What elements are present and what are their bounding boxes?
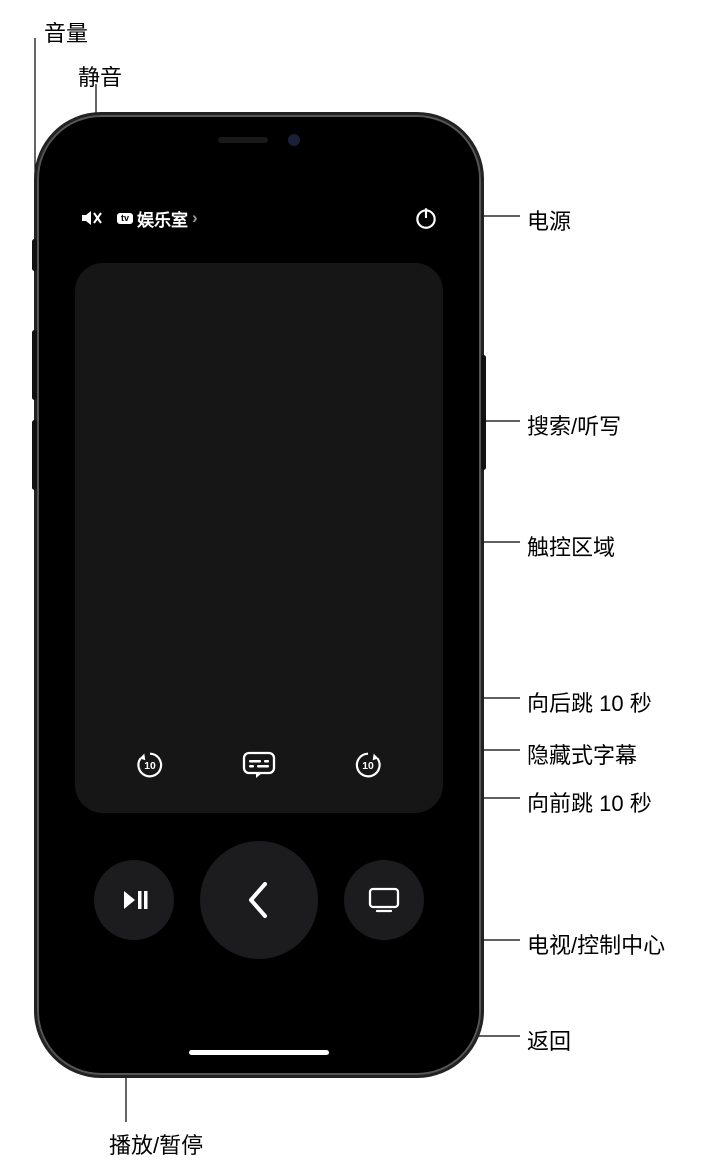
home-indicator[interactable] bbox=[189, 1050, 329, 1055]
phone-notch bbox=[164, 125, 354, 155]
skip-forward-10-button[interactable]: 10 bbox=[346, 743, 390, 787]
touchpad-button-row: 10 1 bbox=[75, 743, 443, 787]
skip-back-10-button[interactable]: 10 bbox=[128, 743, 172, 787]
callout-cc: 隐藏式字幕 bbox=[527, 738, 637, 770]
callout-touch: 触控区域 bbox=[527, 530, 615, 562]
play-pause-icon bbox=[119, 885, 149, 915]
callout-skip-back: 向后跳 10 秒 bbox=[527, 686, 652, 718]
callout-power: 电源 bbox=[527, 204, 571, 236]
skip-forward-10-icon: 10 bbox=[351, 748, 385, 782]
speaker-mute-icon bbox=[79, 206, 103, 230]
phone-volume-down bbox=[32, 420, 37, 490]
power-button[interactable] bbox=[413, 205, 439, 231]
phone-silence-switch bbox=[32, 239, 37, 271]
power-icon bbox=[413, 205, 439, 231]
phone-frame: tv 娱乐室 › 10 bbox=[37, 115, 481, 1075]
callout-back: 返回 bbox=[527, 1024, 571, 1056]
apple-tv-badge-icon: tv bbox=[117, 213, 133, 224]
captions-icon bbox=[242, 751, 276, 779]
phone-power-side bbox=[481, 355, 486, 470]
phone-screen: tv 娱乐室 › 10 bbox=[51, 125, 467, 1065]
skip-back-10-icon: 10 bbox=[133, 748, 167, 782]
device-label: 娱乐室 bbox=[137, 206, 188, 231]
svg-text:10: 10 bbox=[363, 761, 375, 772]
callout-play: 播放/暂停 bbox=[109, 1128, 203, 1160]
remote-topbar: tv 娱乐室 › bbox=[51, 193, 467, 243]
device-selector[interactable]: tv 娱乐室 › bbox=[117, 206, 198, 231]
tv-icon bbox=[367, 886, 401, 914]
play-pause-button[interactable] bbox=[94, 860, 174, 940]
chevron-right-icon: › bbox=[192, 208, 198, 228]
phone-speaker bbox=[218, 137, 268, 143]
mute-button[interactable] bbox=[79, 206, 103, 230]
back-button[interactable] bbox=[200, 841, 318, 959]
touch-surface[interactable]: 10 1 bbox=[75, 263, 443, 813]
callout-mute: 静音 bbox=[78, 60, 122, 92]
callout-tv-cc: 电视/控制中心 bbox=[527, 928, 665, 960]
phone-camera bbox=[288, 134, 300, 146]
callout-skip-fwd: 向前跳 10 秒 bbox=[527, 786, 652, 818]
captions-button[interactable] bbox=[237, 743, 281, 787]
callout-search: 搜索/听写 bbox=[527, 409, 621, 441]
svg-text:10: 10 bbox=[144, 761, 156, 772]
phone-volume-up bbox=[32, 330, 37, 400]
callout-volume: 音量 bbox=[44, 16, 88, 48]
chevron-left-icon bbox=[243, 880, 275, 920]
bottom-controls bbox=[51, 841, 467, 959]
tv-control-center-button[interactable] bbox=[344, 860, 424, 940]
